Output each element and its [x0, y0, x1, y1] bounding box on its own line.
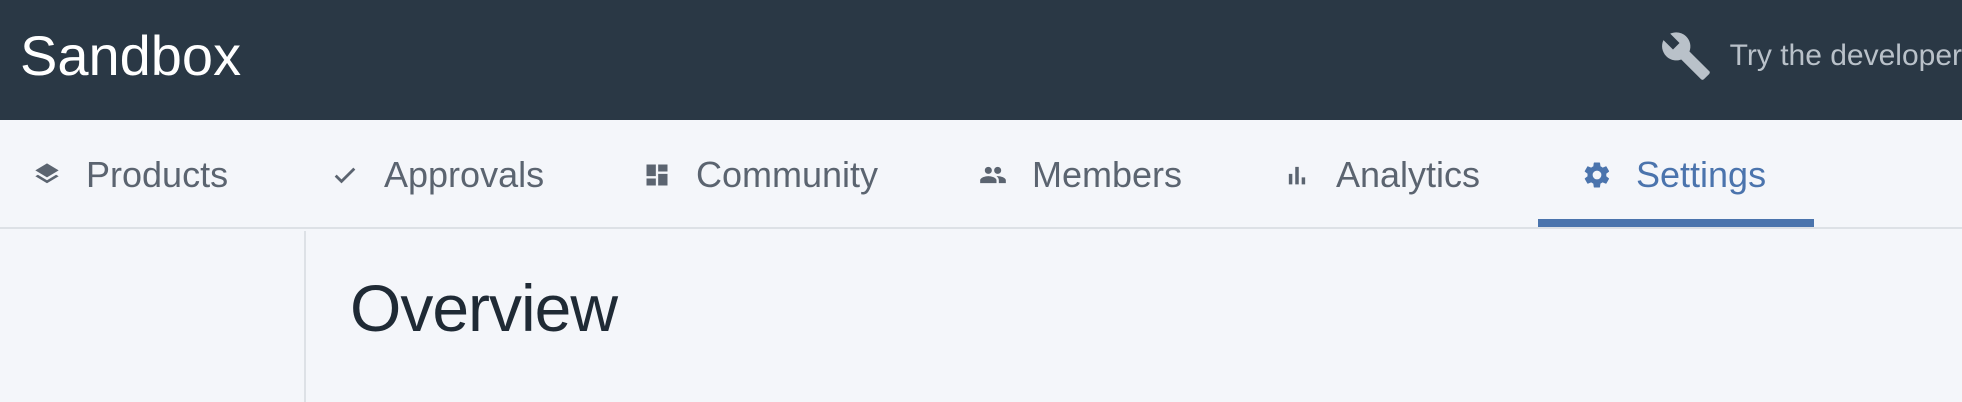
- tab-analytics[interactable]: Analytics: [1282, 120, 1480, 229]
- tab-label: Settings: [1636, 153, 1767, 195]
- tab-label: Products: [86, 153, 229, 195]
- app-title[interactable]: Sandbox: [20, 22, 241, 90]
- people-icon: [978, 160, 1008, 190]
- tab-label: Approvals: [384, 153, 545, 195]
- tab-label: Analytics: [1336, 153, 1481, 195]
- active-tab-indicator: [1538, 219, 1814, 227]
- tab-approvals[interactable]: Approvals: [330, 120, 544, 229]
- wrench-icon: [1661, 32, 1710, 80]
- developer-link[interactable]: Try the developer: [1660, 24, 1962, 88]
- page-title: Overview: [350, 271, 618, 345]
- tab-label: Members: [1032, 153, 1183, 195]
- checkmark-icon: [330, 160, 360, 190]
- tab-label: Community: [696, 153, 879, 195]
- tab-products[interactable]: Products: [32, 120, 228, 229]
- gear-icon: [1582, 160, 1612, 190]
- developer-link-label: Try the developer: [1729, 39, 1962, 72]
- dashboard-icon: [642, 160, 672, 190]
- bar-chart-icon: [1282, 160, 1312, 190]
- tab-members[interactable]: Members: [978, 120, 1182, 229]
- top-bar: Sandbox Try the developer: [0, 0, 1962, 120]
- tab-bar: Products Approvals Community Members Ana…: [0, 120, 1962, 229]
- tab-settings[interactable]: Settings: [1582, 120, 1766, 229]
- layers-icon: [32, 160, 62, 190]
- tab-community[interactable]: Community: [642, 120, 878, 229]
- sidebar: [0, 231, 306, 402]
